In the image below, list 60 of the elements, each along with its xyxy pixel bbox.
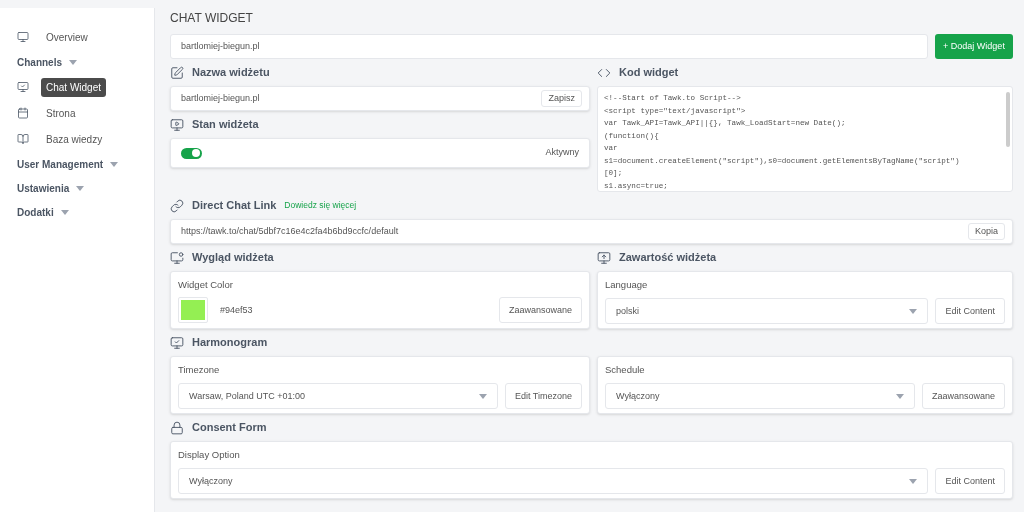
sidebar-group[interactable]: Dodatki: [0, 200, 154, 224]
caret-icon: [478, 393, 487, 399]
menu-icon: [17, 81, 29, 93]
action-button[interactable]: Kopia: [967, 223, 1005, 240]
sidebar-item[interactable]: Strona: [41, 103, 81, 123]
section-icon: [170, 335, 184, 350]
action-button[interactable]: Zaawansowane: [921, 383, 1005, 410]
field-label: Language: [605, 278, 649, 292]
status-toggle[interactable]: [181, 147, 202, 159]
field-label: Widget Color: [178, 278, 234, 292]
dropdown[interactable]: Warsaw, Poland UTC +01:00: [178, 383, 498, 410]
caret-icon: [69, 59, 77, 65]
field-label: Schedule: [605, 363, 646, 377]
caret-icon: [76, 185, 85, 191]
chat-link-value: https://tawk.to/chat/5dbf7c16e4c2fa4b6bd9ccfc/default: [180, 224, 399, 238]
section-title: Consent Form: [192, 420, 267, 436]
scrollbar: [1006, 92, 1010, 147]
section-icon: [170, 198, 184, 213]
section-title: Nazwa widżetu: [192, 65, 270, 81]
action-button[interactable]: Edit Content: [935, 468, 1005, 495]
section-icon: [170, 250, 184, 265]
sidebar-group[interactable]: User Management: [0, 152, 154, 176]
sidebar-group[interactable]: Ustawienia: [0, 176, 154, 200]
caret-icon: [60, 209, 69, 215]
widget-name-value: bartlomiej-biegun.pl: [180, 91, 260, 105]
section-title: Zawartość widżeta: [619, 250, 717, 266]
dropdown[interactable]: polski: [605, 298, 929, 325]
menu-icon: [17, 107, 29, 119]
action-button[interactable]: Edit Content: [935, 298, 1005, 325]
section-icon: [170, 420, 184, 435]
code-box[interactable]: [597, 86, 1013, 192]
section-icon: [170, 65, 184, 80]
sidebar-item[interactable]: Baza wiedzy: [41, 129, 108, 149]
field-label: Display Option: [178, 448, 241, 462]
widget-select[interactable]: bartlomiej-biegun.pl: [170, 34, 928, 59]
dropdown[interactable]: Wyłączony: [178, 468, 929, 495]
dropdown[interactable]: Wyłączony: [605, 383, 915, 410]
section-title: Kod widget: [619, 65, 679, 81]
action-button[interactable]: Zapisz: [541, 90, 582, 107]
sidebar-item[interactable]: Overview: [41, 27, 93, 47]
section-title: Wygląd widżeta: [192, 250, 274, 266]
sidebar-group[interactable]: Channels: [0, 50, 154, 74]
section-title: Direct Chat Link: [192, 198, 277, 214]
color-code: #94ef53: [220, 303, 254, 317]
status-text: Aktywny: [545, 146, 580, 160]
field-label: Timezone: [178, 363, 221, 377]
page-title: CHAT WIDGET: [170, 10, 254, 27]
caret-icon: [909, 308, 918, 314]
caret-icon: [110, 161, 119, 167]
caret-icon: [909, 478, 918, 484]
action-button[interactable]: Edit Timezone: [504, 383, 582, 410]
menu-icon: [17, 133, 29, 145]
section-icon: [170, 117, 184, 132]
menu-icon: [17, 31, 29, 43]
section-title: Harmonogram: [192, 335, 268, 351]
caret-icon: [895, 393, 904, 399]
sidebar-item[interactable]: Chat Widget: [41, 77, 107, 97]
action-button[interactable]: Zaawansowane: [498, 297, 582, 324]
section-icon: [597, 250, 611, 265]
section-title: Stan widżeta: [192, 117, 259, 133]
